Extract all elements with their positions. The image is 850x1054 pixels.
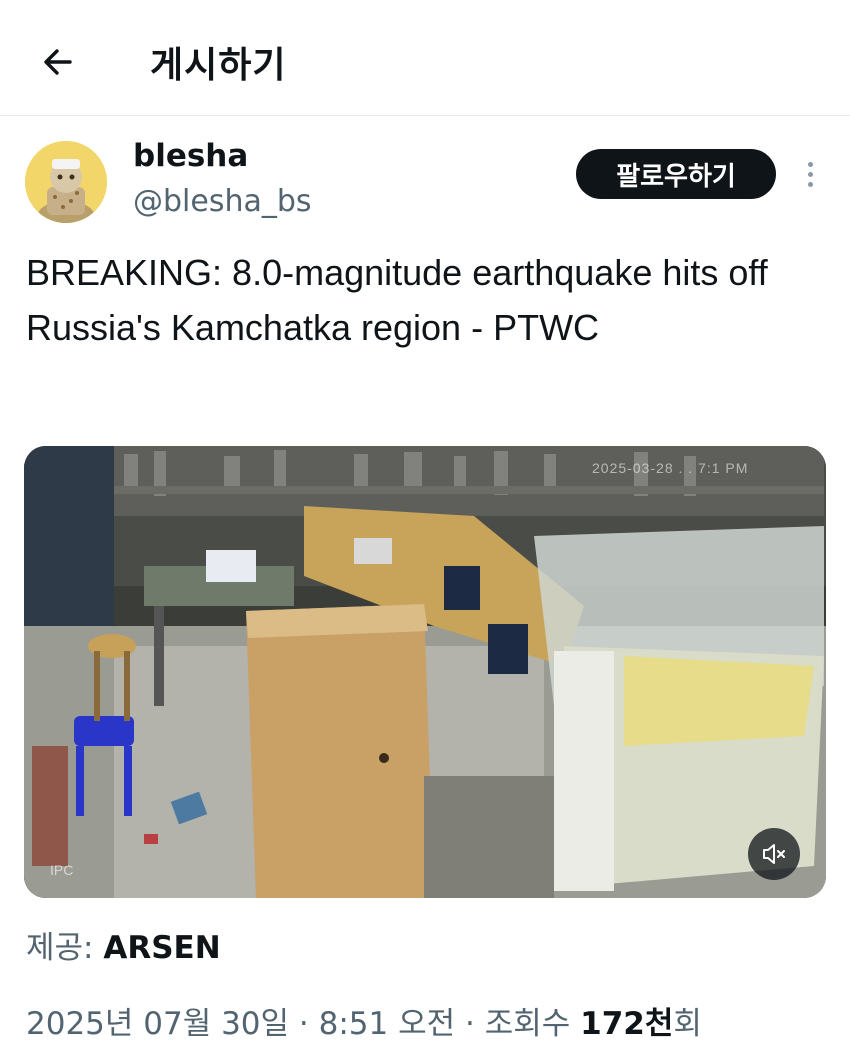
bear-figure-icon (25, 141, 107, 223)
author-display-name[interactable]: blesha (133, 138, 248, 174)
meta-separator: · (455, 1006, 485, 1042)
page-title: 게시하기 (150, 45, 287, 86)
more-vertical-icon (807, 161, 813, 167)
tweet-text: BREAKING: 8.0-magnitude earthquake hits … (26, 252, 768, 348)
speaker-muted-icon (763, 844, 785, 864)
avatar[interactable] (25, 141, 107, 223)
back-button[interactable] (36, 40, 80, 84)
post-time: 8:51 오전 (318, 1006, 456, 1042)
top-app-bar: 게시하기 (0, 0, 850, 116)
source-name[interactable]: ARSEN (103, 930, 220, 966)
meta-separator: · (289, 1006, 319, 1042)
mute-toggle-button[interactable] (748, 828, 800, 880)
video-timestamp: 2025-03-28 . . 7:1 PM (592, 460, 749, 476)
video-frame-image (24, 446, 826, 898)
more-vertical-icon (807, 181, 813, 187)
views-count[interactable]: 172천 (580, 1006, 673, 1042)
follow-button[interactable]: 팔로우하기 (576, 149, 776, 199)
tweet-meta: 2025년 07월 30일 · 8:51 오전 · 조회수 172천회 (26, 998, 702, 1043)
arrow-left-icon (44, 49, 72, 75)
views-label: 조회수 (484, 1006, 581, 1042)
camera-label: IPC (50, 862, 74, 878)
more-vertical-icon (807, 171, 813, 177)
post-date: 2025년 07월 30일 (26, 1006, 290, 1042)
views-suffix: 회 (673, 1006, 702, 1042)
media-source: 제공: ARSEN (26, 922, 221, 967)
author-handle[interactable]: @blesha_bs (133, 184, 312, 219)
source-prefix: 제공: (26, 930, 104, 966)
more-options-button[interactable] (796, 156, 824, 192)
tweet-video[interactable]: 2025-03-28 . . 7:1 PM IPC (24, 446, 826, 898)
